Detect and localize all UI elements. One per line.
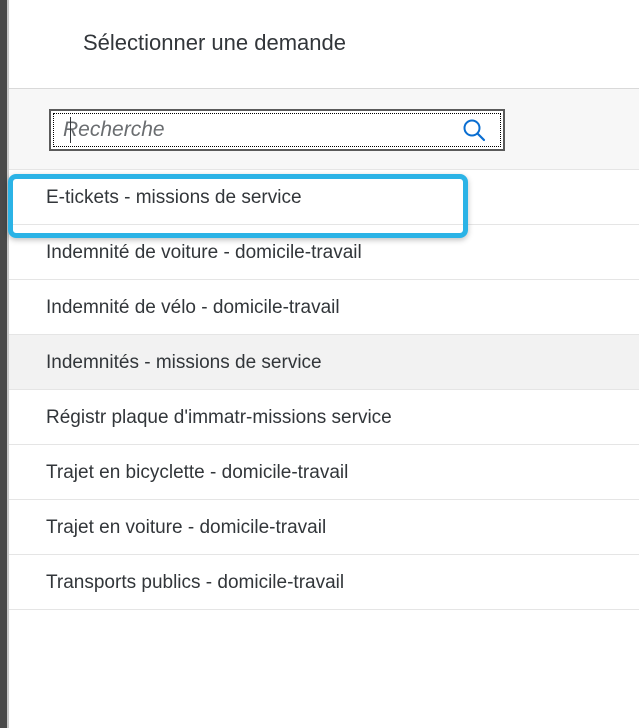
- list-item-label: Trajet en bicyclette - domicile-travail: [46, 462, 349, 483]
- select-request-dialog: Sélectionner une demande E-tickets - mis…: [9, 0, 639, 728]
- list-item-indemnite-voiture[interactable]: Indemnité de voiture - domicile-travail: [9, 225, 639, 280]
- list-item-transports-publics[interactable]: Transports publics - domicile-travail: [9, 555, 639, 610]
- search-input[interactable]: [63, 111, 443, 149]
- dialog-title: Sélectionner une demande: [83, 30, 346, 55]
- request-list: E-tickets - missions de service Indemnit…: [9, 170, 639, 650]
- search-field[interactable]: [49, 109, 505, 151]
- list-item-label: Indemnité de voiture - domicile-travail: [46, 242, 362, 263]
- search-toolbar: [9, 89, 639, 170]
- list-item-trajet-voiture[interactable]: Trajet en voiture - domicile-travail: [9, 500, 639, 555]
- list-item-label: Régistr plaque d'immatr-missions service: [46, 407, 392, 428]
- list-item-registr-plaque[interactable]: Régistr plaque d'immatr-missions service: [9, 390, 639, 445]
- list-item-label: Transports publics - domicile-travail: [46, 572, 345, 593]
- list-item-label: Trajet en voiture - domicile-travail: [46, 517, 327, 538]
- list-item-label: E-tickets - missions de service: [46, 187, 302, 208]
- list-item-label: Indemnités - missions de service: [46, 352, 322, 373]
- list-item-trajet-bicyclette[interactable]: Trajet en bicyclette - domicile-travail: [9, 445, 639, 500]
- list-item-indemnites-missions[interactable]: Indemnités - missions de service: [9, 335, 639, 390]
- list-empty-space: [9, 610, 639, 650]
- search-icon[interactable]: [461, 117, 487, 143]
- list-item-indemnite-velo[interactable]: Indemnité de vélo - domicile-travail: [9, 280, 639, 335]
- list-item-label: Indemnité de vélo - domicile-travail: [46, 297, 340, 318]
- background-window-edge: [0, 0, 7, 728]
- list-item-e-tickets[interactable]: E-tickets - missions de service: [9, 170, 639, 225]
- screenshot-frame: Sélectionner une demande E-tickets - mis…: [0, 0, 639, 728]
- dialog-header: Sélectionner une demande: [9, 0, 639, 89]
- text-cursor: [70, 117, 71, 143]
